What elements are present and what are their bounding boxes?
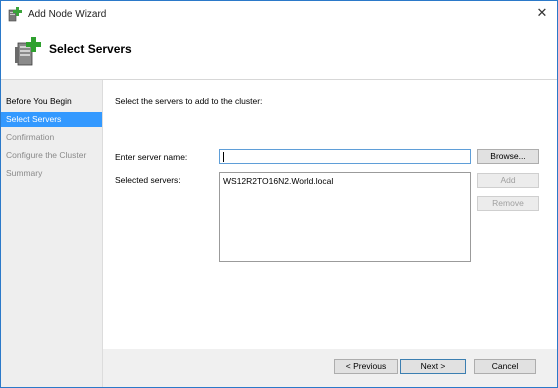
close-icon[interactable]: ✕ xyxy=(533,5,551,21)
wizard-app-icon xyxy=(7,6,23,22)
server-name-label: Enter server name: xyxy=(115,152,188,162)
wizard-window: Add Node Wizard ✕ Select Servers Before … xyxy=(0,0,558,388)
wizard-content: Select the servers to add to the cluster… xyxy=(103,80,557,349)
add-button[interactable]: Add xyxy=(477,173,539,188)
step-confirmation: Confirmation xyxy=(6,132,55,142)
selected-servers-list[interactable]: WS12R2TO16N2.World.local xyxy=(219,172,471,262)
step-before-you-begin[interactable]: Before You Begin xyxy=(1,94,102,109)
browse-button[interactable]: Browse... xyxy=(477,149,539,164)
cluster-server-add-icon xyxy=(15,35,43,67)
wizard-footer: < Previous Next > Cancel xyxy=(103,349,557,387)
wizard-header: Select Servers xyxy=(1,27,557,80)
step-summary: Summary xyxy=(6,168,43,178)
page-title: Select Servers xyxy=(49,42,132,56)
selected-servers-label: Selected servers: xyxy=(115,175,181,185)
cancel-button[interactable]: Cancel xyxy=(474,359,536,374)
wizard-steps-sidebar: Before You Begin Select Servers Confirma… xyxy=(1,80,103,387)
server-name-input[interactable] xyxy=(219,149,471,164)
step-configure-the-cluster: Configure the Cluster xyxy=(6,150,87,160)
remove-button[interactable]: Remove xyxy=(477,196,539,211)
text-caret xyxy=(223,152,224,162)
next-button[interactable]: Next > xyxy=(400,359,466,374)
title-bar[interactable]: Add Node Wizard ✕ xyxy=(1,1,557,27)
window-title: Add Node Wizard xyxy=(28,9,107,20)
list-item[interactable]: WS12R2TO16N2.World.local xyxy=(223,176,333,186)
step-select-servers[interactable]: Select Servers xyxy=(1,112,102,127)
previous-button[interactable]: < Previous xyxy=(334,359,398,374)
instruction-text: Select the servers to add to the cluster… xyxy=(115,96,263,106)
